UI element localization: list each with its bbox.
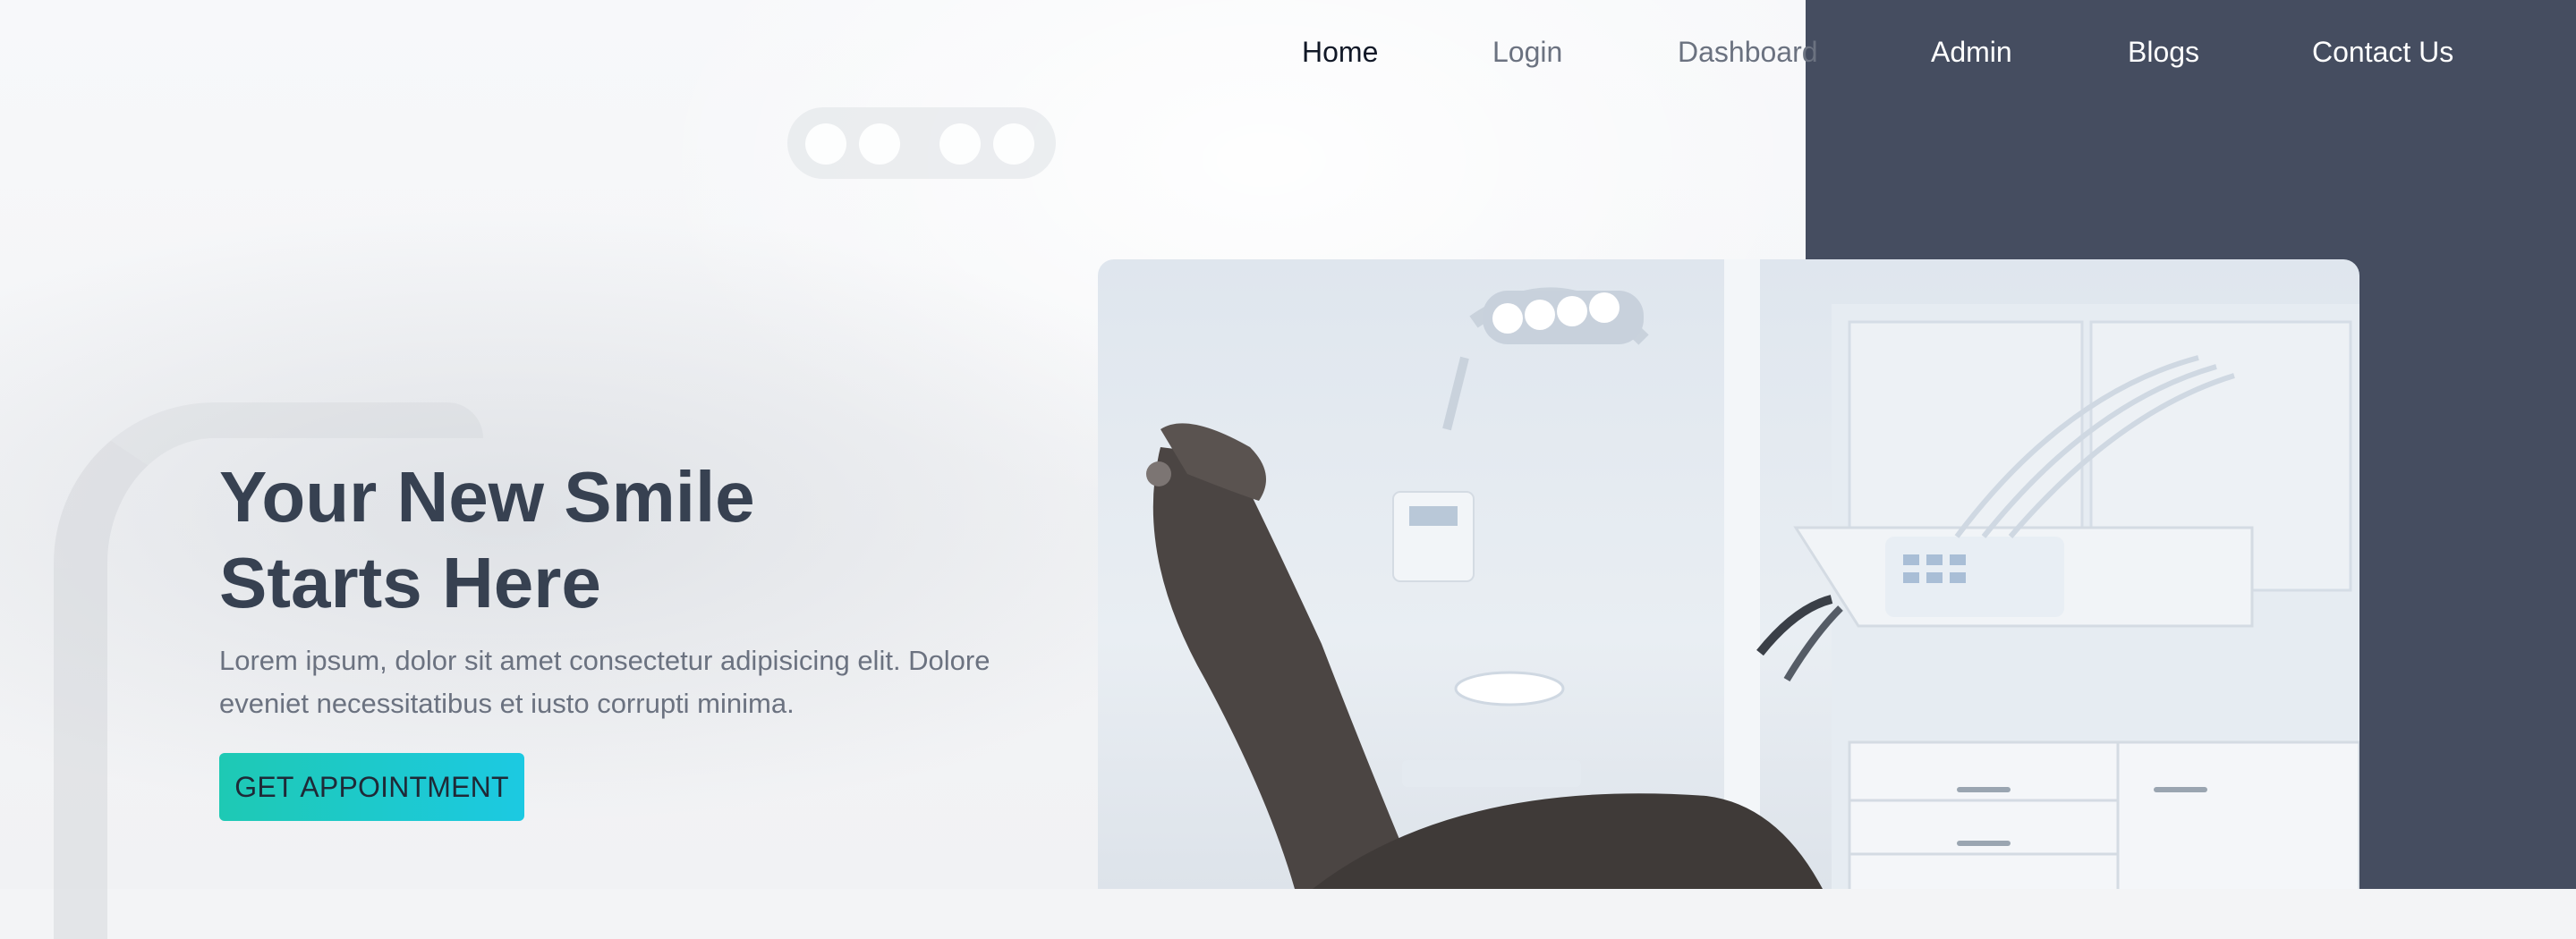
nav-blogs-link[interactable]: Blogs bbox=[2128, 36, 2199, 69]
nav-login-link[interactable]: Login bbox=[1492, 36, 1562, 69]
hero-description: Lorem ipsum, dolor sit amet consectetur … bbox=[219, 645, 990, 719]
hero-title-line-2: Starts Here bbox=[219, 543, 601, 622]
nav-admin-link[interactable]: Admin bbox=[1931, 36, 2012, 69]
dental-clinic-illustration bbox=[1146, 259, 2359, 889]
dental-clinic-photo bbox=[1098, 259, 2359, 889]
get-appointment-button[interactable]: GET APPOINTMENT bbox=[219, 753, 524, 821]
nav-contact-link[interactable]: Contact Us bbox=[2312, 36, 2453, 69]
hero-title: Your New Smile Starts Here bbox=[219, 454, 846, 626]
hero-title-line-1: Your New Smile bbox=[219, 457, 755, 537]
nav-home-link[interactable]: Home bbox=[1302, 36, 1378, 69]
background-lamp-image bbox=[787, 107, 1056, 179]
nav-dashboard-link[interactable]: Dashboard bbox=[1678, 36, 1818, 69]
